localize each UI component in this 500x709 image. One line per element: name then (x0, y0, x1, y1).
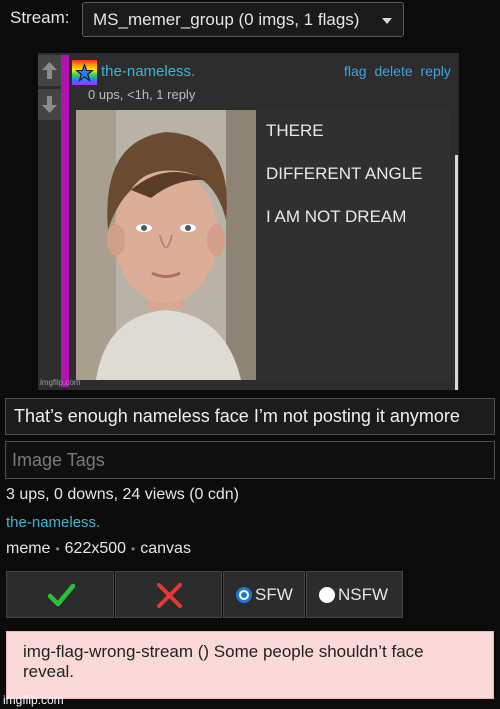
checkmark-icon (47, 583, 76, 607)
arrow-down-icon (42, 96, 57, 113)
comment-username[interactable]: the-nameless. (101, 63, 195, 80)
vote-column (38, 55, 61, 121)
delete-link[interactable]: delete (374, 63, 412, 79)
image-title-input[interactable]: That’s enough nameless face I’m not post… (5, 398, 495, 435)
separator-dot: • (55, 542, 60, 556)
stream-select-value: MS_memer_group (0 imgs, 1 flags) (93, 10, 360, 29)
meme-line: DIFFERENT ANGLE (266, 164, 423, 183)
radio-unselected-icon (319, 587, 335, 603)
imgflip-watermark: imgflip.com (3, 693, 64, 707)
meme-caption: THERE DIFFERENT ANGLE I AM NOT DREAM (266, 122, 423, 251)
user-avatar[interactable] (72, 60, 97, 85)
image-type: meme (6, 540, 51, 557)
reject-button[interactable] (115, 571, 222, 618)
reply-link[interactable]: reply (421, 63, 451, 79)
radio-selected-icon (236, 587, 252, 603)
sfw-label: SFW (255, 585, 293, 604)
comment-actions: flag delete reply (340, 63, 451, 79)
close-icon (157, 583, 182, 608)
image-tags-input[interactable]: Image Tags (5, 441, 495, 479)
meme-line: I AM NOT DREAM (266, 207, 407, 226)
separator-dot: • (131, 542, 136, 556)
image-watermark: imgflip.com (40, 378, 81, 387)
meme-line: THERE (266, 121, 324, 140)
image-format: canvas (140, 540, 191, 557)
post-scrollbar[interactable] (455, 155, 458, 390)
image-stats: 3 ups, 0 downs, 24 views (0 cdn) (6, 486, 240, 503)
image-author-link[interactable]: the-nameless. (6, 514, 100, 531)
arrow-up-icon (42, 62, 57, 79)
nsfw-label: NSFW (338, 585, 389, 604)
comment-accent-bar (61, 55, 69, 387)
stream-label: Stream: (10, 8, 70, 27)
upvote-button[interactable] (38, 55, 61, 86)
stream-select[interactable]: MS_memer_group (0 imgs, 1 flags) (82, 2, 404, 37)
approve-button[interactable] (6, 571, 114, 618)
comment-meta: 0 ups, <1h, 1 reply (88, 87, 196, 102)
downvote-button[interactable] (38, 89, 61, 120)
flag-link[interactable]: flag (344, 63, 367, 79)
image-info: meme • 622x500 • canvas (6, 540, 191, 558)
sfw-radio[interactable]: SFW (223, 571, 305, 618)
dropdown-arrow-icon (382, 18, 392, 24)
image-dimensions: 622x500 (64, 540, 127, 557)
nsfw-radio[interactable]: NSFW (306, 571, 403, 618)
flag-notice: img-flag-wrong-stream () Some people sho… (6, 631, 494, 699)
